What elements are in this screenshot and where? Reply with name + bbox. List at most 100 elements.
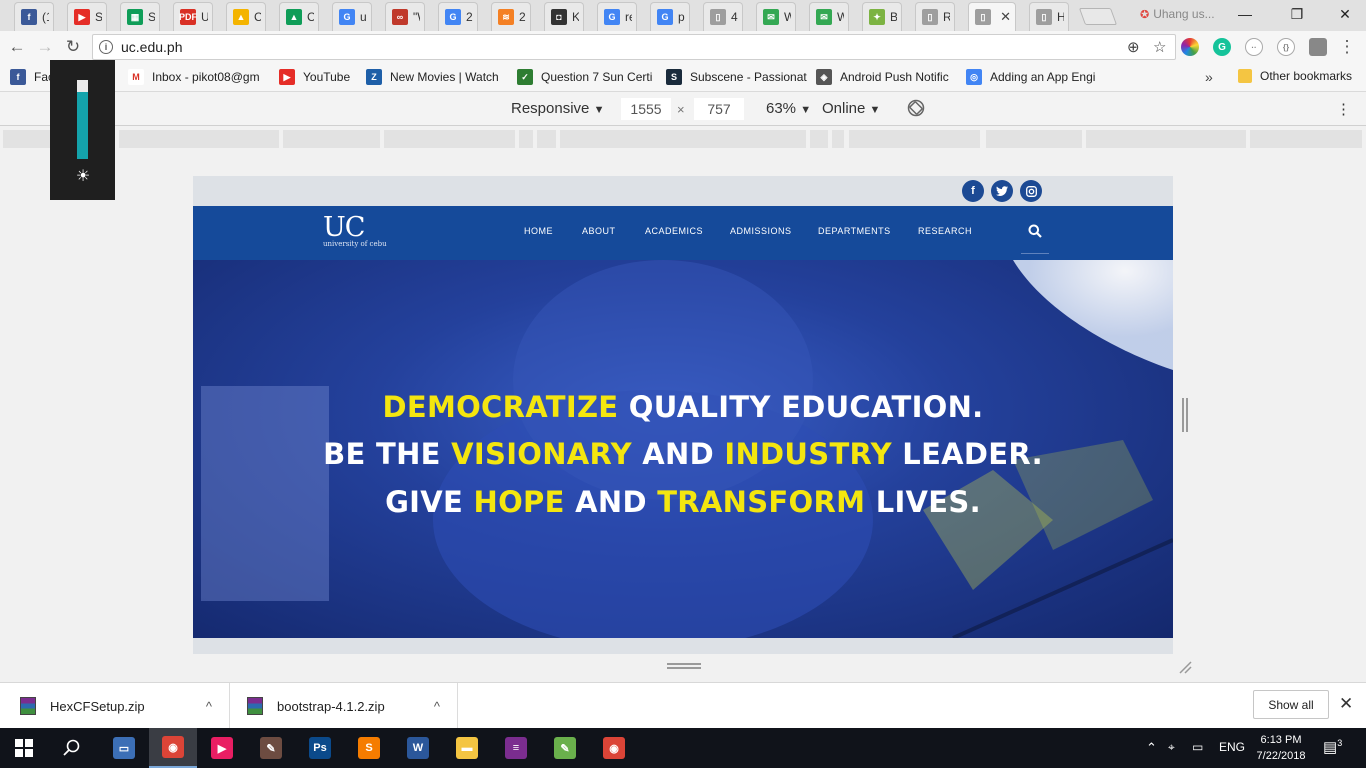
bookmark-item[interactable]: ◈ Android Push Notific	[816, 69, 968, 85]
network-select[interactable]: Online ▼	[822, 100, 880, 117]
download-item[interactable]: HexCFSetup.zip ^	[0, 683, 230, 729]
close-download-shelf-button[interactable]: ✕	[1339, 694, 1353, 714]
browser-tab[interactable]: ∞ "W	[385, 2, 425, 31]
maximize-button[interactable]: ❐	[1282, 4, 1312, 24]
search-button[interactable]	[48, 728, 96, 768]
bookmark-item[interactable]: M Inbox - pikot08@gm	[128, 69, 274, 85]
browser-tab[interactable]: ✉ Wl	[756, 2, 796, 31]
notifications-button[interactable]: ▤3	[1323, 738, 1342, 756]
media-query-block[interactable]	[519, 130, 533, 148]
tab-close-icon[interactable]: ✕	[997, 9, 1011, 25]
nav-research[interactable]: RESEARCH	[918, 226, 972, 236]
width-input[interactable]: 1555	[620, 97, 672, 121]
media-query-block[interactable]	[986, 130, 1082, 148]
taskbar-app[interactable]: ✎	[541, 728, 589, 768]
bookmarks-overflow-button[interactable]: »	[1205, 69, 1213, 85]
json-extension-icon[interactable]: {}	[1277, 38, 1295, 56]
browser-tab[interactable]: f (1)	[14, 2, 54, 31]
site-search-button[interactable]	[1021, 220, 1049, 254]
tray-expand-icon[interactable]: ⌃	[1146, 740, 1157, 756]
media-query-block[interactable]	[1250, 130, 1362, 148]
browser-tab[interactable]: ▲ Ca	[279, 2, 319, 31]
color-picker-extension-icon[interactable]	[1181, 38, 1199, 56]
brightness-slider[interactable]	[77, 80, 88, 159]
reload-button[interactable]: ↻	[62, 36, 84, 58]
media-query-block[interactable]	[810, 130, 828, 148]
new-tab-button[interactable]	[1078, 8, 1118, 25]
extension-puzzle-icon[interactable]	[1309, 38, 1327, 56]
network-tray-icon[interactable]: ⌖	[1168, 740, 1175, 755]
browser-tab[interactable]: ▯ ✕	[968, 2, 1016, 31]
browser-tab[interactable]: Grea	[597, 2, 637, 31]
show-all-downloads-button[interactable]: Show all	[1253, 690, 1329, 719]
media-query-block[interactable]	[832, 130, 844, 148]
browser-tab[interactable]: ≋ 25	[491, 2, 531, 31]
media-query-block[interactable]	[560, 130, 806, 148]
download-menu-caret[interactable]: ^	[434, 699, 440, 714]
chrome-menu-button[interactable]: ⋮	[1336, 36, 1358, 58]
bookmark-item[interactable]: ✓ Question 7 Sun Certi	[517, 69, 669, 85]
bookmark-item[interactable]: ◎ Adding an App Engi	[966, 69, 1102, 85]
language-indicator[interactable]: ENG	[1219, 740, 1245, 754]
university-logo[interactable]: UC university of cebu	[323, 214, 387, 249]
instagram-icon[interactable]	[1020, 180, 1042, 202]
taskbar-app[interactable]: ◉	[149, 728, 197, 768]
grammarly-extension-icon[interactable]: G	[1213, 38, 1231, 56]
taskbar-app[interactable]: S	[345, 728, 393, 768]
browser-tab[interactable]: ▯ Re	[915, 2, 955, 31]
nav-admissions[interactable]: ADMISSIONS	[730, 226, 792, 236]
rotate-button[interactable]	[907, 99, 925, 121]
bookmark-item[interactable]: Z New Movies | Watch	[366, 69, 514, 85]
browser-tab[interactable]: ▯ He	[1029, 2, 1069, 31]
taskbar-app[interactable]: ✎	[247, 728, 295, 768]
taskbar-app[interactable]: ◉	[590, 728, 638, 768]
system-clock[interactable]: 6:13 PM 7/22/2018	[1253, 732, 1309, 764]
nav-home[interactable]: HOME	[524, 226, 553, 236]
bookmark-star-icon[interactable]: ☆	[1153, 38, 1166, 56]
media-query-block[interactable]	[119, 130, 279, 148]
site-info-icon[interactable]: i	[99, 40, 113, 54]
nav-academics[interactable]: ACADEMICS	[645, 226, 703, 236]
browser-tab[interactable]: PDF UC	[173, 2, 213, 31]
forward-button[interactable]: →	[34, 36, 56, 58]
other-bookmarks[interactable]: Other bookmarks	[1238, 69, 1352, 83]
nav-about[interactable]: ABOUT	[582, 226, 616, 236]
nav-departments[interactable]: DEPARTMENTS	[818, 226, 891, 236]
taskbar-app[interactable]: W	[394, 728, 442, 768]
start-button[interactable]	[0, 728, 48, 768]
taskbar-app[interactable]: ▭	[100, 728, 148, 768]
media-query-block[interactable]	[1086, 130, 1246, 148]
browser-tab[interactable]: Gusi	[332, 2, 372, 31]
browser-tab[interactable]: ✦ Bo	[862, 2, 902, 31]
resize-handle-corner[interactable]	[1178, 660, 1192, 674]
back-button[interactable]: ←	[6, 36, 28, 58]
download-item[interactable]: bootstrap-4.1.2.zip ^	[230, 683, 458, 729]
address-bar[interactable]: i uc.edu.ph ⊕ ☆	[92, 34, 1176, 60]
device-toolbar-menu-button[interactable]: ⋮	[1336, 100, 1351, 118]
url-text[interactable]: uc.edu.ph	[121, 39, 183, 55]
browser-tab[interactable]: Gpro	[650, 2, 690, 31]
taskbar-app[interactable]: ▬	[443, 728, 491, 768]
facebook-icon[interactable]: f	[962, 180, 984, 202]
profile-label[interactable]: ✪ Uhang us...	[1140, 7, 1215, 21]
download-menu-caret[interactable]: ^	[206, 699, 212, 714]
browser-tab[interactable]: ▶ Sta	[67, 2, 107, 31]
device-select[interactable]: Responsive ▼	[511, 100, 604, 117]
browser-tab[interactable]: ◘ Ka	[544, 2, 584, 31]
browser-tab[interactable]: ▲ Ca	[226, 2, 266, 31]
minimize-button[interactable]: —	[1230, 4, 1260, 24]
zoom-icon[interactable]: ⊕	[1127, 38, 1140, 56]
window-close-button[interactable]: ✕	[1330, 4, 1360, 24]
taskbar-app[interactable]: ▶	[198, 728, 246, 768]
zoom-select[interactable]: 63% ▼	[766, 100, 811, 117]
media-query-block[interactable]	[849, 130, 980, 148]
extension-dots-icon[interactable]: ··	[1245, 38, 1263, 56]
media-query-block[interactable]	[537, 130, 556, 148]
media-query-block[interactable]	[384, 130, 515, 148]
browser-tab[interactable]: ▯ 40	[703, 2, 743, 31]
battery-tray-icon[interactable]: ▭	[1192, 740, 1203, 754]
resize-handle-bottom[interactable]	[667, 663, 701, 669]
browser-tab[interactable]: ✉ Wl	[809, 2, 849, 31]
taskbar-app[interactable]: Ps	[296, 728, 344, 768]
media-query-block[interactable]	[283, 130, 380, 148]
